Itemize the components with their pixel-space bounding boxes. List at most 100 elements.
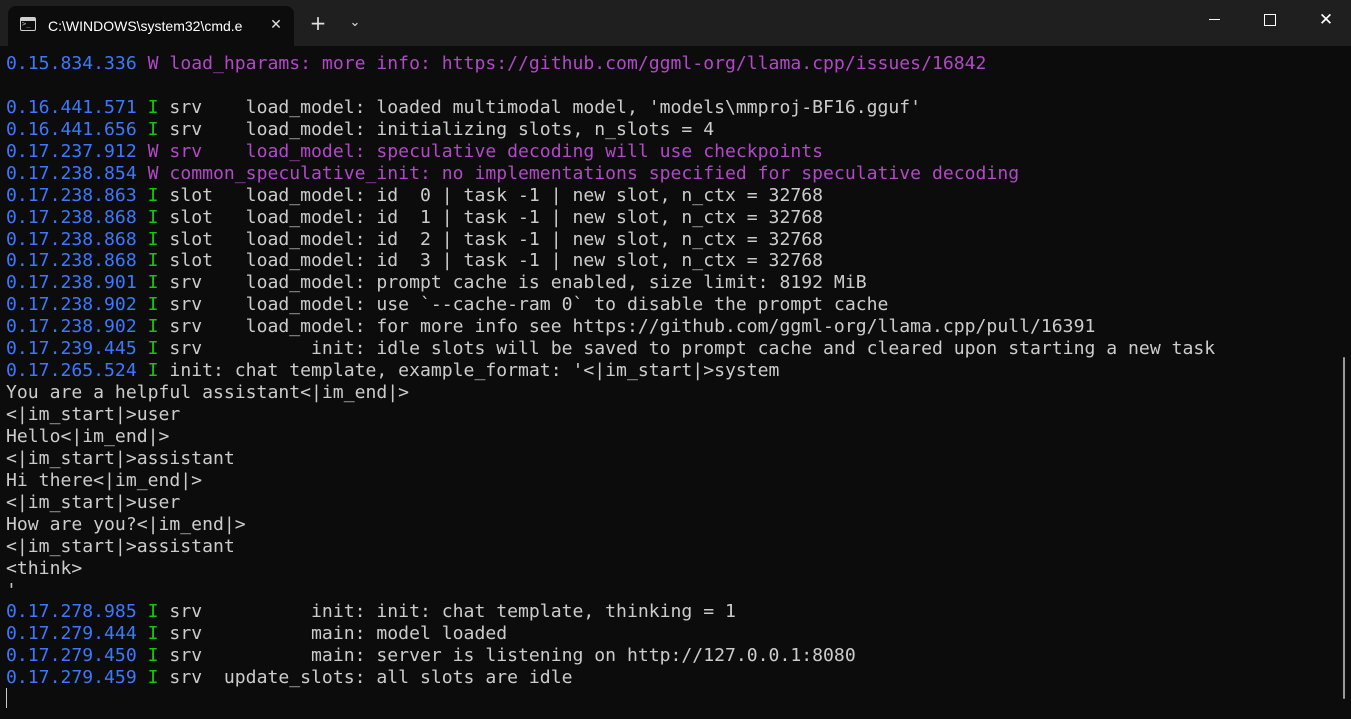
log-line: 0.17.238.868 I slot load_model: id 2 | t… — [6, 229, 1332, 251]
log-line: ' — [6, 580, 1332, 602]
log-level: I — [147, 228, 159, 250]
log-message: <|im_start|>assistant — [6, 447, 235, 469]
log-message: slot load_model: id 1 | task -1 | new sl… — [158, 206, 824, 228]
log-line: Hello<|im_end|> — [6, 426, 1332, 448]
log-message: Hi there<|im_end|> — [6, 469, 203, 491]
log-message: init: chat template, example_format: '<|… — [158, 360, 780, 382]
tab-close-icon[interactable]: ✕ — [266, 15, 286, 35]
log-timestamp: 0.17.237.912 — [6, 140, 148, 162]
log-level: I — [147, 667, 159, 689]
log-message: srv main: server is listening on http://… — [158, 645, 856, 667]
log-message: <|im_start|>user — [6, 491, 181, 513]
log-message: srv load_model: speculative decoding wil… — [158, 140, 824, 162]
log-timestamp: 0.17.238.901 — [6, 272, 148, 294]
log-level: I — [147, 360, 159, 382]
log-timestamp: 0.17.238.854 — [6, 162, 148, 184]
log-timestamp: 0.15.834.336 — [6, 53, 148, 74]
chevron-down-icon[interactable]: ⌄ — [342, 10, 368, 36]
log-line: 0.17.238.868 I slot load_model: id 3 | t… — [6, 250, 1332, 272]
log-timestamp: 0.17.279.459 — [6, 667, 148, 689]
log-line: 0.15.834.336 W load_hparams: more info: … — [6, 53, 1332, 75]
log-message: You are a helpful assistant<|im_end|> — [6, 382, 410, 404]
log-timestamp: 0.17.238.902 — [6, 294, 148, 316]
log-timestamp: 0.16.441.656 — [6, 118, 148, 140]
minimize-button[interactable] — [1186, 0, 1242, 40]
tab-cmd[interactable]: C:\WINDOWS\system32\cmd.e ✕ — [8, 6, 294, 46]
log-message: <|im_start|>assistant — [6, 535, 235, 557]
log-message: srv load_model: loaded multimodal model,… — [158, 96, 922, 118]
maximize-button[interactable] — [1242, 0, 1298, 40]
log-level: I — [147, 96, 159, 118]
minimize-icon — [1208, 19, 1220, 20]
log-level: W — [147, 140, 159, 162]
new-tab-button[interactable]: + — [305, 10, 331, 36]
log-line: 0.17.279.450 I srv main: server is liste… — [6, 645, 1332, 667]
log-timestamp: 0.17.238.902 — [6, 316, 148, 338]
log-line: 0.17.279.444 I srv main: model loaded — [6, 623, 1332, 645]
log-level: I — [147, 601, 159, 623]
log-timestamp: 0.17.265.524 — [6, 360, 148, 382]
log-level: I — [147, 118, 159, 140]
log-line: How are you?<|im_end|> — [6, 514, 1332, 536]
log-level: I — [147, 294, 159, 316]
log-timestamp: 0.17.239.445 — [6, 338, 148, 360]
log-line: 0.16.441.656 I srv load_model: initializ… — [6, 119, 1332, 141]
log-message: srv load_model: initializing slots, n_sl… — [158, 118, 715, 140]
log-line: <|im_start|>user — [6, 492, 1332, 514]
log-line: 0.17.238.902 I srv load_model: for more … — [6, 316, 1332, 338]
log-timestamp: 0.17.238.868 — [6, 206, 148, 228]
log-message: slot load_model: id 2 | task -1 | new sl… — [158, 228, 824, 250]
log-line: You are a helpful assistant<|im_end|> — [6, 382, 1332, 404]
log-message: Hello<|im_end|> — [6, 425, 170, 447]
log-line: 0.17.239.445 I srv init: idle slots will… — [6, 338, 1332, 360]
terminal-icon — [20, 17, 36, 31]
log-line: <|im_start|>assistant — [6, 448, 1332, 470]
tab-title: C:\WINDOWS\system32\cmd.e — [48, 18, 243, 34]
log-line: 0.17.265.524 I init: chat template, exam… — [6, 360, 1332, 382]
log-line: 0.17.238.902 I srv load_model: use `--ca… — [6, 294, 1332, 316]
maximize-icon — [1264, 14, 1276, 26]
log-message: slot load_model: id 0 | task -1 | new sl… — [158, 184, 824, 206]
log-level: I — [147, 272, 159, 294]
log-line: <think> — [6, 558, 1332, 580]
log-message: load_hparams: more info: https://github.… — [158, 53, 987, 74]
log-level: I — [147, 184, 159, 206]
log-message: srv load_model: prompt cache is enabled,… — [158, 272, 867, 294]
log-message: srv init: init: chat template, thinking … — [158, 601, 736, 623]
terminal-output[interactable]: 0.15.834.336 W load_hparams: more info: … — [6, 53, 1332, 713]
log-line: 0.17.237.912 W srv load_model: speculati… — [6, 141, 1332, 163]
log-timestamp: 0.17.278.985 — [6, 601, 148, 623]
log-timestamp: 0.17.238.868 — [6, 228, 148, 250]
close-icon: ✕ — [1318, 10, 1334, 30]
log-line: <|im_start|>user — [6, 404, 1332, 426]
log-line: 0.17.278.985 I srv init: init: chat temp… — [6, 601, 1332, 623]
log-level: W — [147, 53, 159, 74]
log-line: 0.17.238.868 I slot load_model: id 1 | t… — [6, 207, 1332, 229]
log-line: 0.17.238.901 I srv load_model: prompt ca… — [6, 272, 1332, 294]
title-bar: C:\WINDOWS\system32\cmd.e ✕ + ⌄ ✕ — [0, 0, 1351, 46]
log-message: How are you?<|im_end|> — [6, 513, 246, 535]
log-line: 0.16.441.571 I srv load_model: loaded mu… — [6, 97, 1332, 119]
log-message: common_speculative_init: no implementati… — [158, 162, 1020, 184]
log-line: 0.17.238.863 I slot load_model: id 0 | t… — [6, 185, 1332, 207]
log-message: srv main: model loaded — [158, 623, 508, 645]
log-message: srv load_model: for more info see https:… — [158, 316, 1096, 338]
log-line: <|im_start|>assistant — [6, 536, 1332, 558]
close-button[interactable]: ✕ — [1298, 0, 1351, 40]
log-message: <think> — [6, 557, 83, 579]
log-level: I — [147, 316, 159, 338]
log-level: I — [147, 338, 159, 360]
log-message: srv update_slots: all slots are idle — [158, 667, 573, 689]
log-message: srv init: idle slots will be saved to pr… — [158, 338, 1216, 360]
log-timestamp: 0.17.238.868 — [6, 250, 148, 272]
scrollbar-thumb[interactable] — [1343, 357, 1345, 699]
log-message: slot load_model: id 3 | task -1 | new sl… — [158, 250, 824, 272]
log-message: ' — [6, 579, 17, 601]
log-line: 0.17.279.459 I srv update_slots: all slo… — [6, 667, 1332, 689]
text-cursor — [6, 688, 7, 708]
log-timestamp: 0.17.279.444 — [6, 623, 148, 645]
log-message: <|im_start|>user — [6, 404, 181, 425]
log-message: srv load_model: use `--cache-ram 0` to d… — [158, 294, 889, 316]
log-line: 0.17.238.854 W common_speculative_init: … — [6, 163, 1332, 185]
log-level: W — [147, 162, 159, 184]
